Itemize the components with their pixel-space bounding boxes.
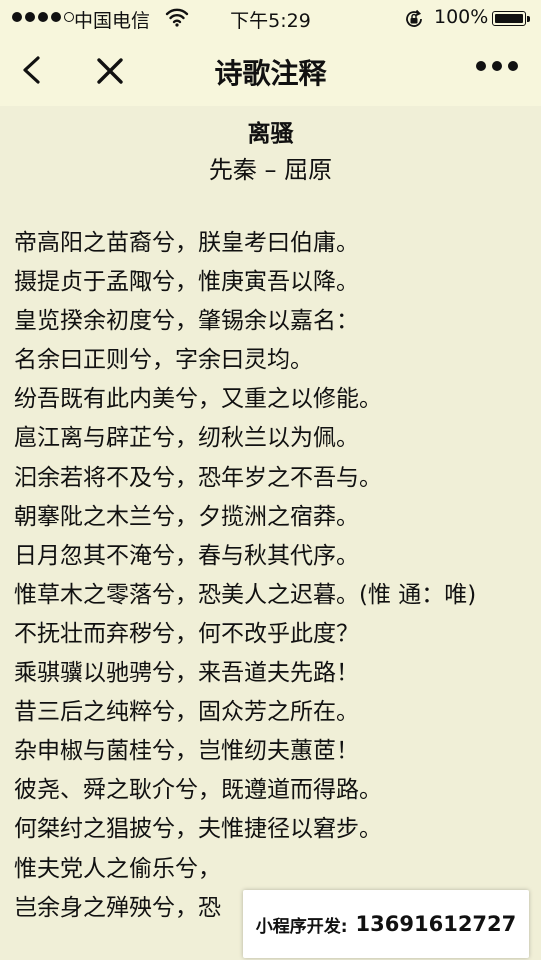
poem-line: 摄提贞于孟陬兮，惟庚寅吾以降。 — [14, 269, 359, 296]
poem-line: 不抚壮而弃秽兮，何不改乎此度？ — [14, 620, 359, 647]
poem-line: 乘骐骥以驰骋兮，来吾道夫先路！ — [14, 660, 359, 687]
poem-line: 朝搴阰之木兰兮，夕揽洲之宿莽。 — [14, 503, 359, 530]
poem-line: 昔三后之纯粹兮，固众芳之所在。 — [14, 699, 359, 726]
promo-banner[interactable]: 小程序开发: 13691612727 — [243, 890, 529, 958]
poem-line: 彼尧、舜之耿介兮，既遵道而得路。 — [14, 777, 382, 804]
poem-line: 惟夫党人之偷乐兮， — [14, 855, 221, 882]
battery-icon — [492, 11, 530, 26]
poem-line: 名余曰正则兮，字余曰灵均。 — [14, 347, 313, 374]
promo-phone: 13691612727 — [355, 912, 517, 936]
promo-label: 小程序开发: — [255, 916, 348, 937]
poem-line: 帝高阳之苗裔兮，朕皇考曰伯庸。 — [14, 230, 359, 256]
poem-line: 汩余若将不及兮，恐年岁之不吾与。 — [14, 464, 382, 491]
status-bar: 中国电信 下午5:29 100% — [0, 0, 541, 36]
poem-line: 日月忽其不淹兮，春与秋其代序。 — [14, 542, 359, 569]
poem-title: 离骚 — [247, 121, 294, 147]
navigation-bar: 诗歌注释 — [0, 36, 541, 106]
poem-line: 扈江离与辟芷兮，纫秋兰以为佩。 — [14, 425, 359, 452]
poem-lines: 帝高阳之苗裔兮，朕皇考曰伯庸。 摄提贞于孟陬兮，惟庚寅吾以降。 皇览揆余初度兮，… — [14, 224, 530, 928]
page-title: 诗歌注释 — [214, 57, 327, 90]
poem-line: 纷吾既有此内美兮，又重之以修能。 — [14, 386, 382, 413]
poem-line: 皇览揆余初度兮，肇锡余以嘉名： — [14, 308, 359, 335]
poem-line: 惟草木之零落兮，恐美人之迟暮。(惟 通：唯) — [14, 581, 477, 608]
rotation-lock-icon — [403, 8, 425, 35]
battery-percent: 100% — [434, 6, 489, 28]
poem-line: 何桀纣之猖披兮，夫惟捷径以窘步。 — [14, 816, 382, 843]
more-dots-icon[interactable] — [476, 61, 518, 71]
poem-author: 先秦 – 屈原 — [208, 156, 333, 184]
poem-line: 杂申椒与菌桂兮，岂惟纫夫蕙茝！ — [14, 738, 359, 765]
poem-content: 离骚 先秦 – 屈原 帝高阳之苗裔兮，朕皇考曰伯庸。 摄提贞于孟陬兮，惟庚寅吾以… — [0, 106, 541, 960]
